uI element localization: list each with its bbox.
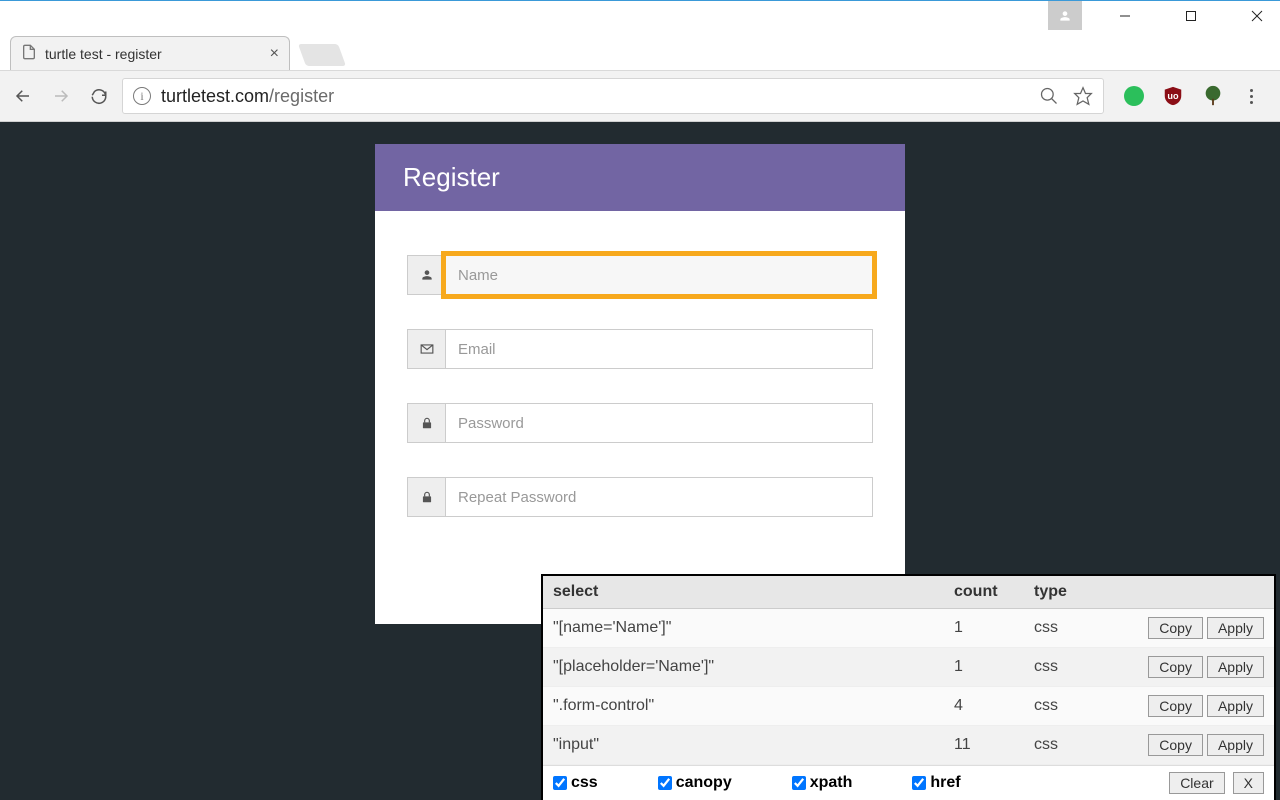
count-cell: 1 [944,648,1024,687]
window-minimize-button[interactable] [1102,1,1148,30]
filter-href-checkbox[interactable] [912,776,926,790]
selector-row: "[name='Name']"1css CopyApply [543,609,1274,648]
browser-toolbar: i turtletest.com/register uo [0,70,1280,122]
name-field [407,255,873,295]
zoom-icon[interactable] [1039,86,1059,106]
repeat-password-input[interactable] [445,477,873,517]
selector-cell: ".form-control" [543,687,944,726]
selector-row: "[placeholder='Name']"1css CopyApply [543,648,1274,687]
site-info-icon[interactable]: i [133,87,151,105]
count-cell: 4 [944,687,1024,726]
browser-tab-active[interactable]: turtle test - register × [10,36,290,70]
type-cell: css [1024,609,1114,648]
chrome-menu-icon[interactable] [1242,89,1260,104]
bookmark-star-icon[interactable] [1073,86,1093,106]
url-text: turtletest.com/register [161,86,1029,107]
col-type: type [1024,576,1114,609]
selector-cell: "[placeholder='Name']" [543,648,944,687]
selector-table: select count type "[name='Name']"1cssCop… [543,576,1274,765]
copy-button[interactable]: Copy [1148,617,1203,639]
type-cell: css [1024,726,1114,765]
apply-button[interactable]: Apply [1207,617,1264,639]
svg-text:uo: uo [1167,91,1179,101]
forward-button[interactable] [46,81,76,111]
envelope-icon [407,329,445,369]
window-maximize-button[interactable] [1168,1,1214,30]
panel-footer: css canopy xpath href Clear X [543,765,1274,800]
selector-row: ".form-control"4css CopyApply [543,687,1274,726]
col-count: count [944,576,1024,609]
window-close-button[interactable] [1234,1,1280,30]
browser-tabstrip: turtle test - register × [0,30,1280,70]
selector-cell: "[name='Name']" [543,609,944,648]
card-header: Register [375,144,905,211]
back-button[interactable] [8,81,38,111]
copy-button[interactable]: Copy [1148,656,1203,678]
type-cell: css [1024,687,1114,726]
name-input[interactable] [445,255,873,295]
extension-icons: uo [1112,85,1272,107]
reload-button[interactable] [84,81,114,111]
page-viewport: Register [0,122,1280,800]
filter-css[interactable]: css [553,774,598,792]
copy-button[interactable]: Copy [1148,695,1203,717]
close-panel-button[interactable]: X [1233,772,1264,794]
copy-button[interactable]: Copy [1148,734,1203,756]
apply-button[interactable]: Apply [1207,695,1264,717]
password-input[interactable] [445,403,873,443]
lock-icon [407,403,445,443]
type-cell: css [1024,648,1114,687]
count-cell: 11 [944,726,1024,765]
count-cell: 1 [944,609,1024,648]
filter-xpath-checkbox[interactable] [792,776,806,790]
card-body [375,211,905,537]
address-bar[interactable]: i turtletest.com/register [122,78,1104,114]
extension-green-dot-icon[interactable] [1124,86,1144,106]
tab-title: turtle test - register [45,46,162,62]
page-icon [21,44,37,63]
filter-css-checkbox[interactable] [553,776,567,790]
lock-icon [407,477,445,517]
window-titlebar [0,0,1280,30]
selector-row: "input"11css CopyApply [543,726,1274,765]
col-select: select [543,576,944,609]
chrome-profile-icon[interactable] [1048,1,1082,30]
apply-button[interactable]: Apply [1207,734,1264,756]
selector-cell: "input" [543,726,944,765]
clear-button[interactable]: Clear [1169,772,1224,794]
filter-canopy-checkbox[interactable] [658,776,672,790]
tab-close-icon[interactable]: × [270,45,279,63]
filter-xpath[interactable]: xpath [792,774,853,792]
selector-devtool-panel: select count type "[name='Name']"1cssCop… [541,574,1276,800]
extension-tree-icon[interactable] [1202,85,1224,107]
apply-button[interactable]: Apply [1207,656,1264,678]
register-card: Register [375,144,905,624]
repeat-password-field [407,477,873,517]
new-tab-button[interactable] [298,44,346,66]
email-field [407,329,873,369]
filter-href[interactable]: href [912,774,960,792]
filter-canopy[interactable]: canopy [658,774,732,792]
password-field [407,403,873,443]
email-input[interactable] [445,329,873,369]
user-icon [407,255,445,295]
ublock-icon[interactable]: uo [1162,85,1184,107]
